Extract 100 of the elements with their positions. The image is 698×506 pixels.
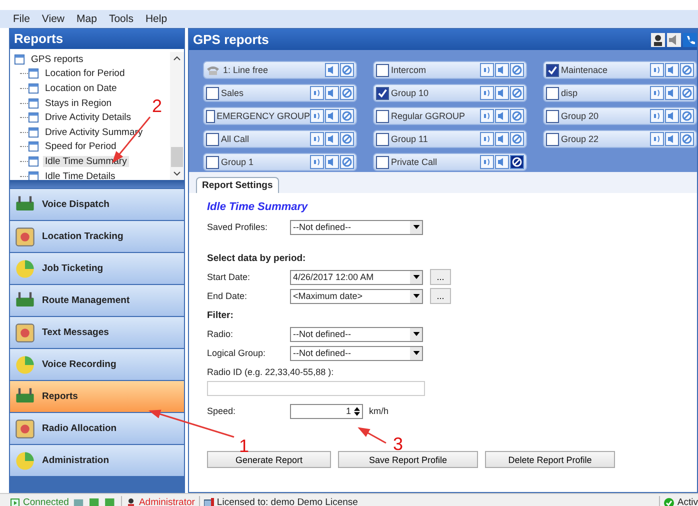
talkgroup-bar[interactable]: Group 20 [543,107,697,125]
phone-icon[interactable] [683,32,697,46]
transmit-icon[interactable] [650,132,664,146]
speaker-icon[interactable] [665,132,679,146]
speaker-icon[interactable] [325,63,339,77]
caret-up-icon[interactable] [173,55,181,61]
talkgroup-bar[interactable]: Group 11 [373,130,527,148]
dropdown[interactable]: --Not defined-- [290,346,423,360]
speaker-icon[interactable] [665,63,679,77]
menu-item[interactable]: File [8,13,35,25]
talkgroup-bar[interactable]: 1: Line free [203,61,357,79]
transmit-icon[interactable] [480,86,494,100]
tree-item[interactable]: Location on Date [43,82,119,94]
checkbox[interactable] [376,64,389,76]
scrollbar[interactable] [170,52,184,180]
transmit-icon[interactable] [650,109,664,123]
menu-item[interactable]: Help [140,13,172,25]
nav-button[interactable]: Radio Allocation [10,412,184,444]
speaker-icon[interactable] [495,86,509,100]
checkbox[interactable] [376,110,389,122]
tree-item[interactable]: Speed for Period [43,141,118,152]
talkgroup-bar[interactable]: Sales [203,84,357,102]
operator-icon[interactable] [651,32,665,46]
speed-spinner[interactable]: 1 [290,404,363,418]
tab[interactable]: Report Settings [196,177,279,193]
speaker-icon[interactable] [325,155,339,169]
picker-button[interactable]: ... [430,269,451,285]
menu-item[interactable]: View [36,13,70,25]
speaker-icon[interactable] [495,109,509,123]
talkgroup-bar[interactable]: Maintenace [543,61,697,79]
checkbox[interactable] [376,132,389,146]
field-label: End Date: [207,291,248,301]
dropdown[interactable]: --Not defined-- [290,220,423,234]
talkgroup-label: Group 1 [221,157,255,167]
transmit-icon[interactable] [310,109,324,123]
transmit-icon[interactable] [310,86,324,100]
talkgroup-bar[interactable]: All Call [203,130,357,148]
speaker-icon[interactable] [325,86,339,100]
talkgroup-bar[interactable]: EMERGENCY GROUP [203,107,357,125]
caret-down-icon[interactable] [173,171,181,177]
nav-button[interactable]: Voice Dispatch [10,188,184,220]
picker-button[interactable]: ... [430,288,451,304]
checkbox[interactable] [546,86,559,100]
nav-button[interactable]: Reports [10,380,184,412]
speaker-icon[interactable] [325,132,339,146]
speaker-icon[interactable] [665,109,679,123]
transmit-icon[interactable] [310,155,324,169]
nav-button[interactable]: Job Ticketing [10,252,184,284]
tree-item[interactable]: Idle Time Details [43,170,118,182]
action-button[interactable]: Delete Report Profile [485,451,615,468]
dropdown[interactable]: 4/26/2017 12:00 AM [290,270,423,284]
tree-item[interactable]: Idle Time Summary [43,156,129,167]
transmit-icon[interactable] [650,86,664,100]
nav-button[interactable]: Route Management [10,284,184,316]
speaker-icon[interactable] [667,32,681,46]
talkgroup-bar[interactable]: Regular GGROUP [373,107,527,125]
speaker-icon[interactable] [325,109,339,123]
checkbox[interactable] [206,86,219,100]
transmit-icon[interactable] [480,63,494,77]
input-field[interactable] [207,381,425,396]
checkbox[interactable] [546,132,559,146]
tree-item[interactable]: GPS reports [29,54,86,65]
speaker-icon[interactable] [495,63,509,77]
transmit-icon[interactable] [480,109,494,123]
transmit-icon[interactable] [650,63,664,77]
tree-item[interactable]: Location for Period [43,68,127,80]
transmit-icon[interactable] [480,155,494,169]
checkbox[interactable] [546,64,559,76]
talkgroup-bar[interactable]: Group 10 [373,84,527,102]
speaker-icon[interactable] [665,86,679,100]
checkbox[interactable] [206,110,215,122]
report-icon [28,112,39,124]
menu-item[interactable]: Tools [104,13,138,25]
splitter-handle[interactable] [10,180,184,188]
speaker-icon[interactable] [495,132,509,146]
menu-item[interactable]: Map [72,13,102,25]
action-button[interactable]: Generate Report [207,451,331,468]
transmit-icon[interactable] [310,132,324,146]
talkgroup-bar[interactable]: Intercom [373,61,527,79]
checkbox[interactable] [376,156,389,168]
talkgroup-bar[interactable]: disp [543,84,697,102]
checkbox[interactable] [206,156,219,168]
nav-button[interactable]: Location Tracking [10,220,184,252]
talkgroup-bar[interactable]: Group 1 [203,153,357,171]
nav-button[interactable]: Voice Recording [10,348,184,380]
block-icon[interactable] [510,155,524,169]
checkbox[interactable] [206,132,219,146]
checkbox[interactable] [546,110,559,122]
dropdown[interactable]: --Not defined-- [290,326,423,342]
dropdown[interactable]: <Maximum date> [290,288,423,304]
nav-button[interactable]: Text Messages [10,316,184,348]
transmit-icon[interactable] [480,132,494,146]
talkgroup-bar[interactable]: Private Call [373,153,527,171]
action-button[interactable]: Save Report Profile [338,451,478,468]
scroll-thumb[interactable] [171,147,183,167]
checkbox[interactable] [376,86,389,100]
talkgroup-bar[interactable]: Group 22 [543,130,697,148]
nav-button[interactable]: Administration [10,444,184,476]
tree-item[interactable]: Stays in Region [43,98,114,109]
tree-item[interactable]: Drive Activity Details [43,112,134,124]
